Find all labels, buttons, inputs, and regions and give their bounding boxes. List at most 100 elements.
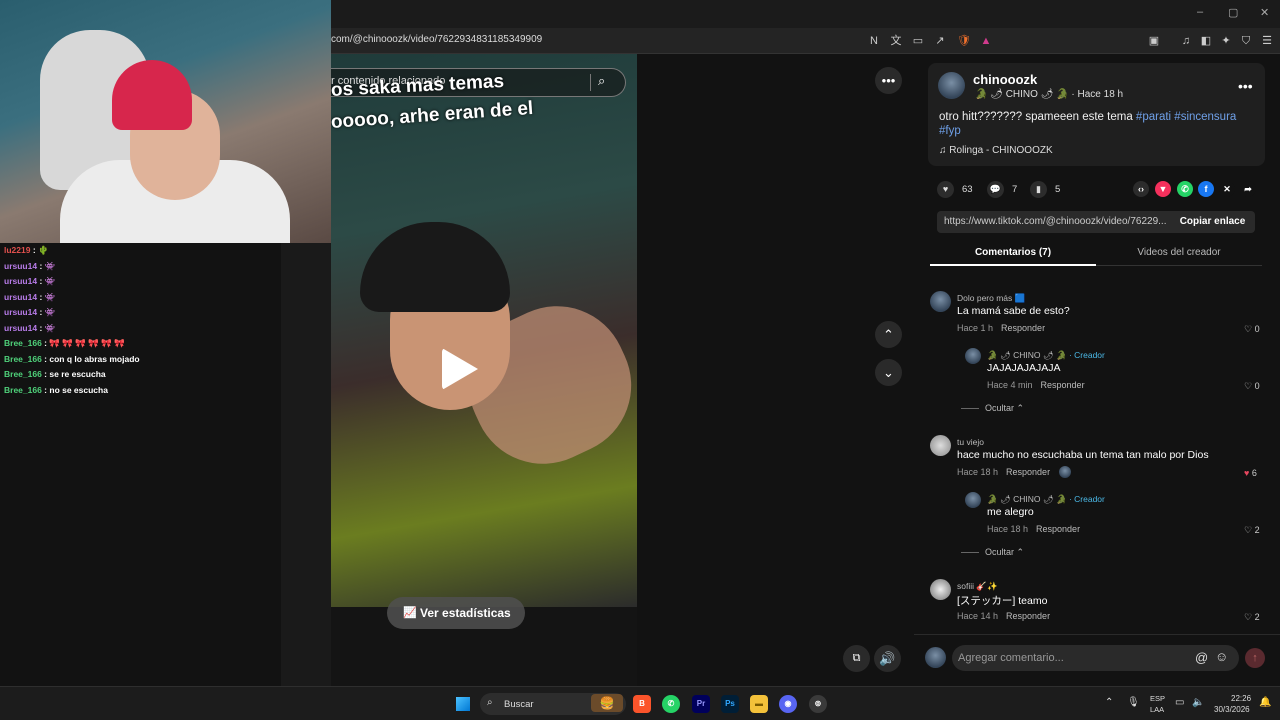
author-name[interactable]: chinooozk <box>973 72 1037 87</box>
rewards-icon[interactable]: ▲ <box>978 33 994 49</box>
search-icon[interactable]: ⌕ <box>598 73 605 89</box>
chat-username[interactable]: Bree_166 <box>4 354 42 364</box>
tray-expand-icon[interactable]: ⌃ <box>1105 697 1113 708</box>
photoshop-icon[interactable]: Ps <box>721 695 739 713</box>
send-icon[interactable]: ↑ <box>1245 648 1265 668</box>
leo-icon[interactable]: ✦ <box>1218 33 1234 49</box>
windows-start-icon[interactable] <box>456 697 470 711</box>
translate-icon[interactable]: 文 <box>888 33 904 49</box>
reader-icon[interactable]: N <box>866 33 882 49</box>
discord-icon[interactable]: ◉ <box>779 695 797 713</box>
heart-filled-icon[interactable]: ♥ <box>1244 468 1249 478</box>
language-label[interactable]: ESP <box>1150 694 1165 703</box>
chat-username[interactable]: ursuu14 <box>4 276 37 286</box>
sidebar-icon[interactable]: ◧ <box>1198 33 1214 49</box>
tab-creator-videos[interactable]: Videos del creador <box>1096 247 1262 258</box>
reply-button[interactable]: Responder <box>1001 323 1045 333</box>
mention-icon[interactable]: @ <box>1195 650 1208 665</box>
heart-icon[interactable]: ♥ <box>937 181 954 198</box>
more-options-icon[interactable]: ••• <box>875 67 902 94</box>
clock-date[interactable]: 30/3/2026 <box>1214 705 1250 714</box>
x-icon[interactable]: ✕ <box>1219 181 1235 197</box>
tab-comments[interactable]: Comentarios (7) <box>930 247 1096 258</box>
widget-food-icon[interactable]: 🍔 <box>591 694 623 712</box>
heart-icon[interactable]: ♡ <box>1244 525 1252 535</box>
more-icon[interactable]: ••• <box>1238 78 1253 94</box>
network-icon[interactable]: ▭ <box>1175 697 1184 708</box>
menu-icon[interactable]: ☰ <box>1259 33 1275 49</box>
maximize-icon[interactable]: ▢ <box>1228 6 1238 19</box>
send-to-friends-icon[interactable]: ▼ <box>1155 181 1171 197</box>
brave-shield-icon[interactable]: 🛡 <box>956 33 972 49</box>
chat-username[interactable]: ursuu14 <box>4 307 37 317</box>
volume-icon[interactable]: 🔊 <box>874 645 901 672</box>
share-icon[interactable]: ➦ <box>1240 181 1256 197</box>
minimize-icon[interactable]: – <box>1197 6 1203 18</box>
chat-username[interactable]: ursuu14 <box>4 323 37 333</box>
chat-username[interactable]: lu2219 <box>4 245 30 255</box>
chat-username[interactable]: Bree_166 <box>4 369 42 379</box>
avatar[interactable] <box>930 435 951 456</box>
whatsapp-icon[interactable]: ✆ <box>1177 181 1193 197</box>
taskbar-search-label[interactable]: Buscar <box>504 699 534 710</box>
file-explorer-icon[interactable]: ▬ <box>750 695 768 713</box>
pip-icon[interactable]: ⧉ <box>843 645 870 672</box>
hashtag[interactable]: #parati <box>1136 111 1171 123</box>
hashtag[interactable]: #sincensura <box>1174 111 1236 123</box>
heart-icon[interactable]: ♡ <box>1244 324 1252 334</box>
previous-video-icon[interactable]: ⌃ <box>875 321 902 348</box>
like-action[interactable]: ♥ 63 <box>937 181 973 198</box>
play-icon[interactable] <box>442 348 478 390</box>
cast-icon[interactable]: ▭ <box>910 33 926 49</box>
avatar[interactable] <box>930 579 951 600</box>
hide-label[interactable]: Ocultar <box>985 547 1014 557</box>
copy-link-button[interactable]: Copiar enlace <box>1170 211 1255 233</box>
reply-user-name[interactable]: 🐊 🌶 CHINO 🌶 🐊 <box>987 494 1067 504</box>
comment-like[interactable]: ♡ 2 <box>1244 525 1260 536</box>
reply-button[interactable]: Responder <box>1041 380 1085 390</box>
clock-time[interactable]: 22:26 <box>1231 694 1251 703</box>
music-icon[interactable]: ♫ <box>1178 33 1194 49</box>
hashtag[interactable]: #fyp <box>939 125 961 137</box>
heart-icon[interactable]: ♡ <box>1244 381 1252 391</box>
reply-button[interactable]: Responder <box>1006 611 1050 621</box>
comment-user[interactable]: sofiii 🎸✨ <box>957 581 998 592</box>
close-icon[interactable]: ✕ <box>1260 6 1269 19</box>
url-text[interactable]: com/@chinooozk/video/7622934831185349909 <box>331 34 542 45</box>
reply-button[interactable]: Responder <box>1006 467 1050 477</box>
brave-browser-icon[interactable]: B <box>633 695 651 713</box>
heart-icon[interactable]: ♡ <box>1244 612 1252 622</box>
comment-like[interactable]: ♥ 6 <box>1244 468 1257 478</box>
chat-username[interactable]: Bree_166 <box>4 338 42 348</box>
speaker-icon[interactable]: 🔈 <box>1192 697 1204 708</box>
comment-icon[interactable]: 💬 <box>987 181 1004 198</box>
chat-username[interactable]: ursuu14 <box>4 261 37 271</box>
comment-user[interactable]: 🐊 🌶 CHINO 🌶 🐊 · Creador <box>987 494 1105 505</box>
reply-button[interactable]: Responder <box>1036 524 1080 534</box>
comment-user[interactable]: tu viejo <box>957 437 984 447</box>
video-link[interactable]: https://www.tiktok.com/@chinooozk/video/… <box>944 216 1166 227</box>
whatsapp-app-icon[interactable]: ✆ <box>662 695 680 713</box>
chat-username[interactable]: ursuu14 <box>4 292 37 302</box>
music-info[interactable]: ♫ Rolinga - CHINOOOZK <box>939 145 1053 156</box>
hide-label[interactable]: Ocultar <box>985 403 1014 413</box>
comment-like[interactable]: ♡ 0 <box>1244 381 1260 392</box>
obs-icon[interactable]: ⊚ <box>809 695 827 713</box>
vpn-icon[interactable]: ⛉ <box>1238 33 1254 49</box>
reply-user-name[interactable]: 🐊 🌶 CHINO 🌶 🐊 <box>987 350 1067 360</box>
bookmark-icon[interactable]: ▮ <box>1030 181 1047 198</box>
chat-username[interactable]: Bree_166 <box>4 385 42 395</box>
notification-icon[interactable]: 🔔 <box>1259 697 1271 708</box>
comment-user[interactable]: Dolo pero más 🟦 <box>957 293 1025 304</box>
music-title[interactable]: Rolinga - CHINOOOZK <box>949 145 1052 156</box>
tab-icon[interactable]: ▣ <box>1146 33 1162 49</box>
search-icon[interactable]: ⌕ <box>487 697 493 708</box>
comment-action[interactable]: 💬 7 <box>987 181 1017 198</box>
premiere-icon[interactable]: Pr <box>692 695 710 713</box>
avatar[interactable] <box>965 492 981 508</box>
next-video-icon[interactable]: ⌄ <box>875 359 902 386</box>
avatar[interactable] <box>930 291 951 312</box>
facebook-icon[interactable]: f <box>1198 181 1214 197</box>
hide-replies-button[interactable]: Ocultar ⌃ <box>961 403 1024 414</box>
mic-icon[interactable]: 🎙 <box>1127 697 1140 708</box>
